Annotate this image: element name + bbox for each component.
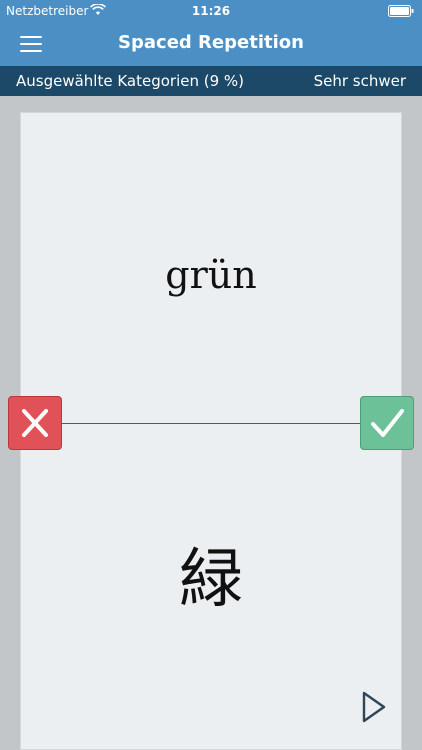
card-answer: 緑	[179, 543, 243, 617]
wrong-button[interactable]	[8, 396, 62, 450]
card-divider	[60, 423, 362, 424]
category-bar: Ausgewählte Kategorien (9 %) Sehr schwer	[0, 66, 422, 96]
right-button[interactable]	[360, 396, 414, 450]
page-title: Spaced Repetition	[118, 32, 304, 53]
status-bar: Netzbetreiber 11:26	[0, 0, 422, 22]
battery-icon	[388, 5, 414, 17]
flashcard: grün 緑	[20, 112, 402, 750]
x-icon	[22, 409, 48, 437]
play-next-icon[interactable]	[360, 690, 388, 724]
categories-selector[interactable]: Ausgewählte Kategorien (9 %)	[16, 72, 244, 90]
difficulty-selector[interactable]: Sehr schwer	[314, 72, 406, 90]
checkmark-icon	[371, 409, 404, 437]
card-question: grün	[165, 253, 257, 297]
nav-bar: Spaced Repetition	[0, 22, 422, 66]
status-time: 11:26	[191, 4, 231, 18]
